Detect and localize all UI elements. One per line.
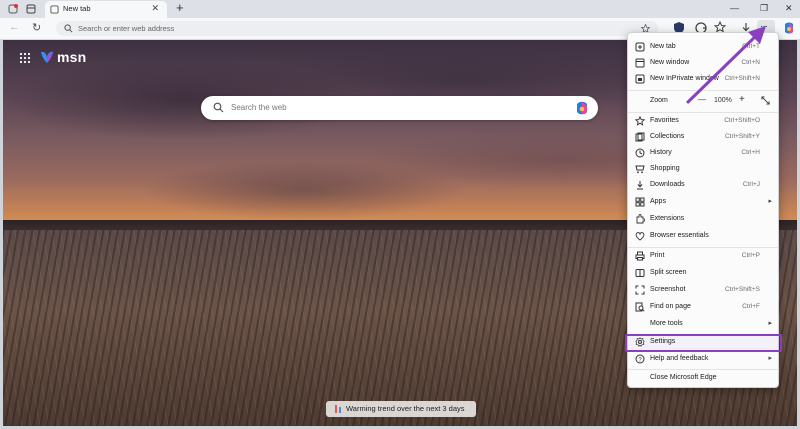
msn-butterfly-icon[interactable] (39, 49, 55, 65)
menu-item-find-on-page[interactable]: Find on page Ctrl+F (628, 299, 778, 315)
new-window-icon (635, 58, 645, 68)
annotation-arrow (686, 26, 766, 104)
new-tab-plus-icon[interactable]: + (176, 1, 184, 15)
extensions-icon (636, 214, 645, 224)
menu-item-shortcut: Ctrl+P (741, 252, 760, 259)
menu-item-label: Split screen (650, 269, 687, 276)
submenu-arrow-icon: ▸ (768, 355, 772, 362)
temperature-trend-icon (335, 405, 341, 413)
split-screen-icon (635, 269, 645, 277)
menu-item-label: Downloads (650, 181, 685, 188)
menu-item-label: Browser essentials (650, 232, 709, 239)
workspaces-icon[interactable] (26, 4, 36, 14)
menu-item-label: More tools (650, 320, 683, 327)
menu-item-shortcut: Ctrl+J (742, 181, 760, 188)
menu-item-split-screen[interactable]: Split screen (628, 265, 778, 281)
gear-icon (635, 337, 645, 347)
menu-item-label: History (650, 149, 672, 156)
address-placeholder: Search or enter web address (78, 24, 175, 33)
menu-item-label: Screenshot (650, 286, 686, 293)
menu-item-label: Apps (650, 198, 666, 205)
menu-item-apps[interactable]: Apps ▸ (628, 194, 778, 210)
star-icon (635, 116, 645, 126)
menu-item-shortcut: Ctrl+Shift+O (724, 117, 760, 124)
close-tab-icon[interactable]: ✕ (151, 3, 159, 14)
menu-item-browser-essentials[interactable]: Browser essentials (628, 228, 778, 244)
tab-strip: New tab ✕ + — ❐ ✕ (0, 0, 800, 18)
back-icon[interactable]: ← (9, 21, 20, 33)
menu-item-shortcut: Ctrl+Shift+S (724, 286, 760, 293)
menu-item-help-and-feedback[interactable]: ? Help and feedback ▸ (628, 351, 778, 367)
weather-text: Warming trend over the next 3 days (346, 404, 465, 413)
copilot-icon[interactable] (574, 100, 590, 116)
refresh-icon[interactable]: ↻ (32, 21, 41, 34)
menu-item-label: Help and feedback (650, 355, 709, 362)
submenu-arrow-icon: ▸ (768, 320, 772, 327)
heart-icon (635, 232, 645, 241)
collections-icon (635, 132, 645, 142)
apps-icon (635, 197, 645, 207)
menu-item-screenshot[interactable]: Screenshot Ctrl+Shift+S (628, 282, 778, 298)
history-icon (635, 148, 645, 158)
menu-item-more-tools[interactable]: More tools ▸ (628, 316, 778, 332)
menu-item-settings[interactable]: Settings (628, 334, 778, 350)
submenu-arrow-icon: ▸ (768, 198, 772, 205)
menu-item-extensions[interactable]: Extensions (628, 211, 778, 227)
menu-item-label: Collections (650, 133, 685, 140)
menu-item-label: Favorites (650, 117, 679, 124)
close-window-icon[interactable]: ✕ (785, 3, 793, 14)
new-tab-icon (635, 42, 645, 52)
menu-item-downloads[interactable]: Downloads Ctrl+J (628, 177, 778, 193)
shopping-icon (635, 165, 645, 174)
menu-item-favorites[interactable]: Favorites Ctrl+Shift+O (628, 113, 778, 129)
find-icon (635, 302, 645, 312)
app-launcher-icon[interactable] (19, 52, 31, 64)
help-icon: ? (635, 354, 645, 364)
menu-item-label: Extensions (650, 215, 685, 222)
menu-item-close-microsoft-edge[interactable]: Close Microsoft Edge (628, 370, 778, 386)
menu-item-history[interactable]: History Ctrl+H (628, 145, 778, 161)
search-icon (213, 102, 224, 113)
menu-item-shortcut: Ctrl+H (741, 149, 760, 156)
tab-new-tab[interactable]: New tab ✕ (45, 1, 167, 18)
tab-title: New tab (63, 4, 91, 13)
msn-logo-text[interactable]: msn (57, 49, 86, 65)
search-placeholder: Search the web (231, 103, 287, 112)
menu-item-label: Find on page (650, 303, 691, 310)
inprivate-icon (635, 74, 645, 84)
menu-item-label: Close Microsoft Edge (650, 374, 717, 381)
menu-item-label: New tab (650, 43, 676, 50)
maximize-icon[interactable]: ❐ (760, 3, 768, 14)
menu-item-shortcut: Ctrl+F (742, 303, 760, 310)
menu-item-shortcut: Ctrl+Shift+Y (724, 133, 760, 140)
search-icon (64, 24, 73, 33)
download-icon (637, 181, 643, 190)
menu-item-print[interactable]: Print Ctrl+P (628, 248, 778, 264)
minimize-icon[interactable]: — (730, 3, 739, 13)
web-search-box[interactable]: Search the web (201, 96, 598, 120)
profile-icon[interactable] (8, 4, 18, 14)
menu-item-label: Shopping (650, 165, 680, 172)
menu-item-collections[interactable]: Collections Ctrl+Shift+Y (628, 129, 778, 145)
print-icon (635, 251, 645, 261)
screenshot-icon (635, 285, 645, 295)
address-bar[interactable]: Search or enter web address (56, 21, 658, 36)
menu-item-label: Settings (650, 338, 676, 345)
menu-item-label: Print (650, 252, 665, 259)
menu-item-shopping[interactable]: Shopping (628, 161, 778, 177)
copilot-icon[interactable] (782, 21, 796, 35)
browser-window: New tab ✕ + — ❐ ✕ ← ↻ Search or enter we… (0, 0, 800, 429)
new-tab-favicon-icon (50, 5, 59, 14)
weather-banner[interactable]: Warming trend over the next 3 days (326, 401, 476, 417)
menu-item-label: Zoom (650, 97, 668, 104)
